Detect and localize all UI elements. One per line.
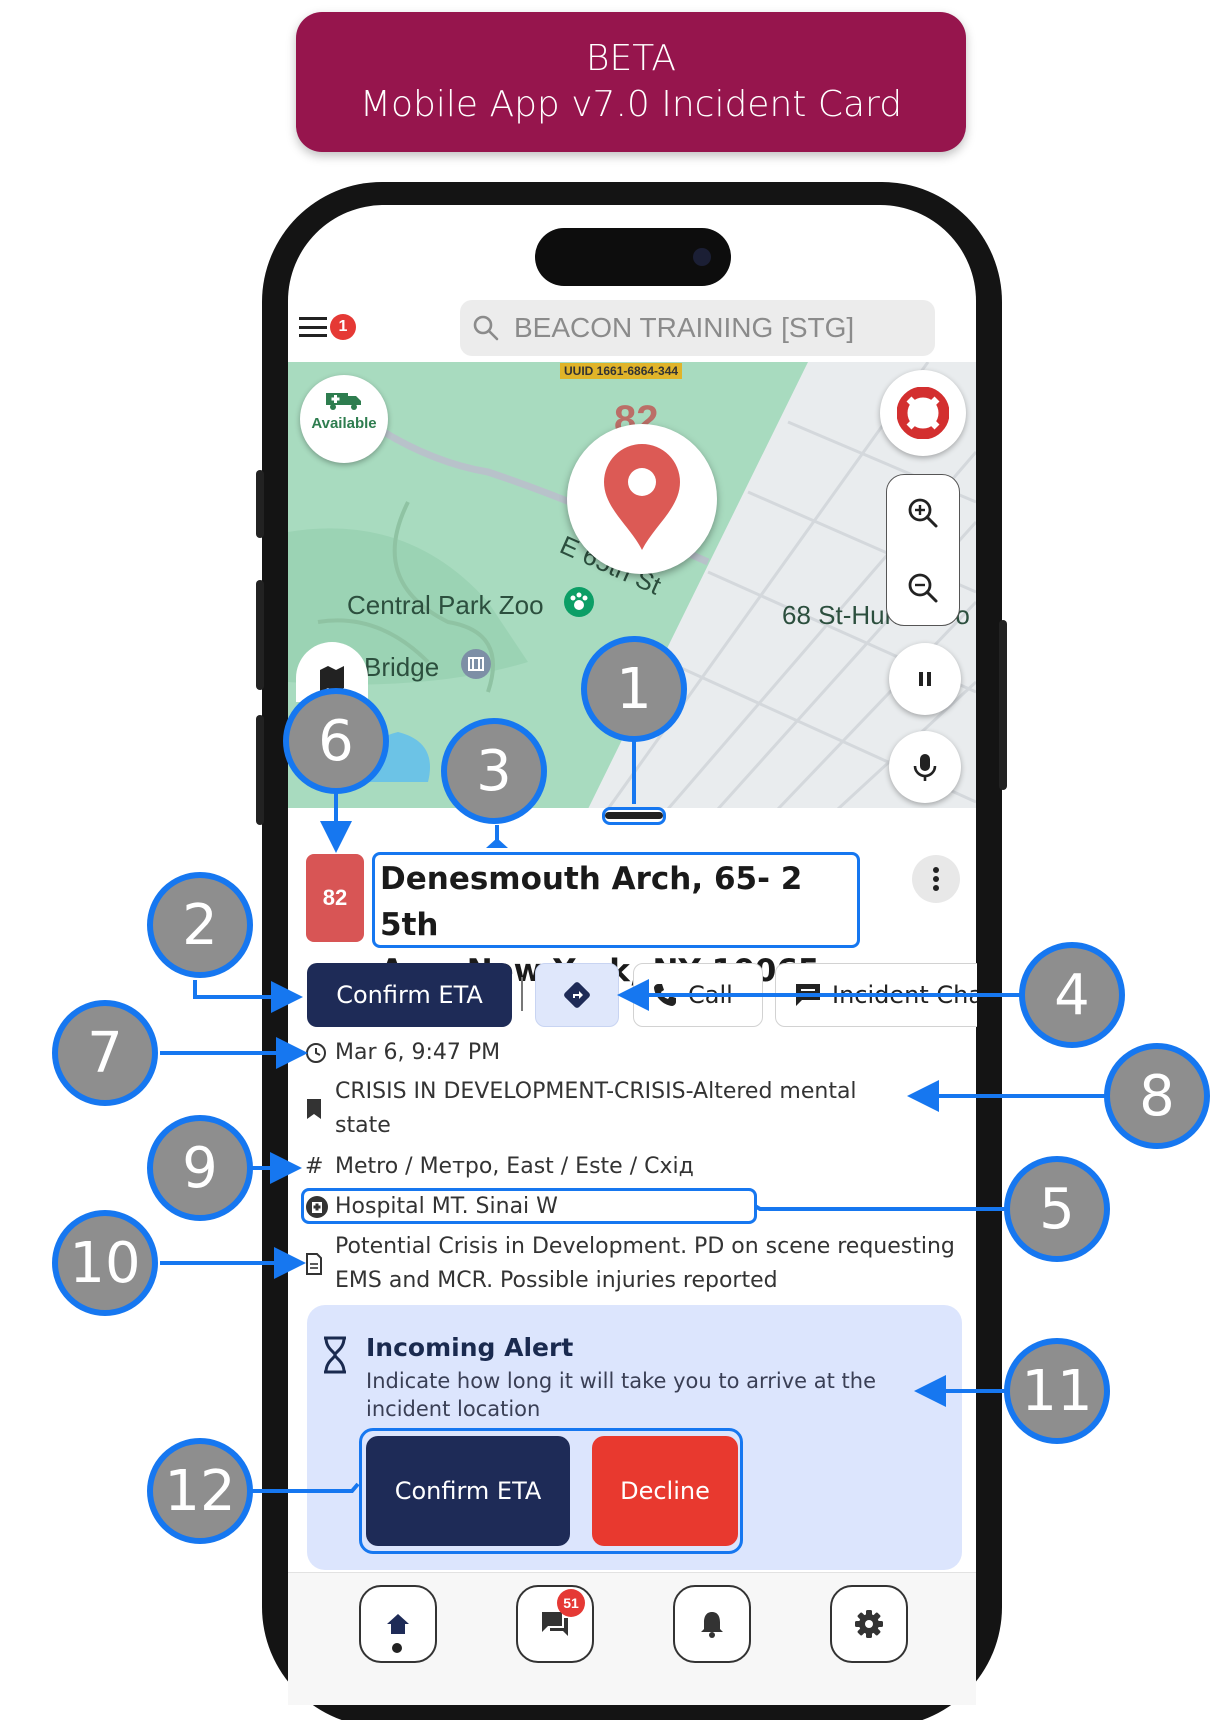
callout-5: 5 [1004, 1156, 1110, 1262]
callout-6: 6 [283, 688, 389, 794]
callout-4: 4 [1019, 942, 1125, 1048]
callout-11: 11 [1004, 1338, 1110, 1444]
callout-10: 10 [52, 1210, 158, 1316]
callout-8: 8 [1104, 1043, 1210, 1149]
callout-12: 12 [147, 1438, 253, 1544]
annotated-screenshot: { "banner": { "line1": "BETA", "line2": … [0, 0, 1231, 1720]
callout-1: 1 [581, 636, 687, 742]
callout-3: 3 [441, 718, 547, 824]
callout-7: 7 [52, 1000, 158, 1106]
callout-2: 2 [147, 872, 253, 978]
callout-9: 9 [147, 1115, 253, 1221]
